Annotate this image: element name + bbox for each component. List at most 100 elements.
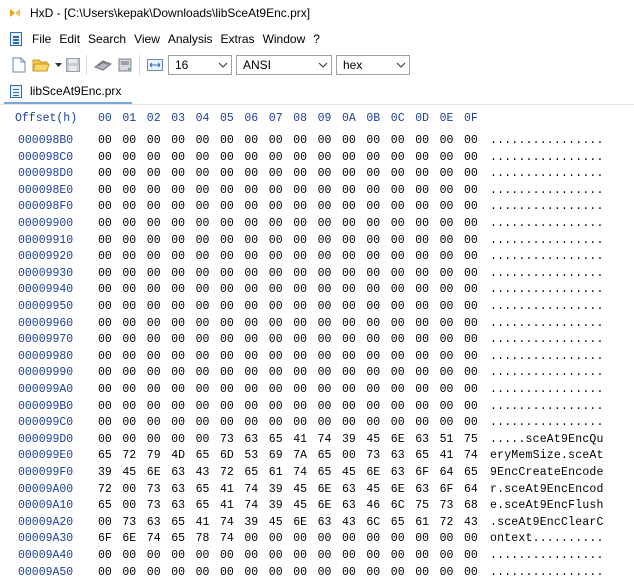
hex-byte[interactable]: 00 bbox=[196, 433, 214, 446]
hex-byte[interactable]: 00 bbox=[196, 350, 214, 363]
hex-byte[interactable]: 00 bbox=[196, 566, 214, 579]
hex-byte[interactable]: 00 bbox=[366, 549, 384, 562]
hex-byte[interactable]: 00 bbox=[147, 267, 165, 280]
hex-byte[interactable]: 00 bbox=[220, 400, 238, 413]
hex-byte[interactable]: 00 bbox=[196, 283, 214, 296]
hex-byte[interactable]: 00 bbox=[196, 366, 214, 379]
hex-byte[interactable]: 45 bbox=[122, 466, 140, 479]
hex-byte[interactable]: 00 bbox=[342, 267, 360, 280]
hex-byte[interactable]: 51 bbox=[440, 433, 458, 446]
hex-byte[interactable]: 63 bbox=[147, 516, 165, 529]
hex-byte[interactable]: 6F bbox=[98, 532, 116, 545]
hex-byte[interactable]: 6E bbox=[391, 433, 409, 446]
hex-byte[interactable]: 00 bbox=[244, 267, 262, 280]
hex-byte[interactable]: 00 bbox=[220, 566, 238, 579]
hex-byte[interactable]: 00 bbox=[220, 151, 238, 164]
ascii-text[interactable]: 9EncCreateEncode bbox=[490, 466, 604, 479]
hex-byte[interactable]: 00 bbox=[171, 151, 189, 164]
hex-byte[interactable]: 00 bbox=[244, 300, 262, 313]
hex-byte[interactable]: 00 bbox=[244, 350, 262, 363]
hex-byte[interactable]: 00 bbox=[244, 200, 262, 213]
hex-byte[interactable]: 00 bbox=[171, 366, 189, 379]
hex-byte[interactable]: 64 bbox=[440, 466, 458, 479]
hex-byte[interactable]: 74 bbox=[293, 466, 311, 479]
hex-byte[interactable]: 00 bbox=[147, 350, 165, 363]
hex-byte[interactable]: 00 bbox=[464, 151, 482, 164]
hex-byte[interactable]: 00 bbox=[196, 300, 214, 313]
hex-byte[interactable]: 43 bbox=[464, 516, 482, 529]
hex-byte[interactable]: 00 bbox=[196, 333, 214, 346]
hex-byte[interactable]: 00 bbox=[98, 200, 116, 213]
hex-byte[interactable]: 00 bbox=[342, 449, 360, 462]
hex-byte[interactable]: 00 bbox=[391, 200, 409, 213]
hex-byte[interactable]: 00 bbox=[440, 317, 458, 330]
hex-byte[interactable]: 00 bbox=[293, 400, 311, 413]
hex-byte[interactable]: 00 bbox=[122, 317, 140, 330]
hex-byte[interactable]: 00 bbox=[98, 167, 116, 180]
hex-byte[interactable]: 00 bbox=[147, 383, 165, 396]
save-button[interactable] bbox=[64, 55, 82, 75]
hex-byte[interactable]: 73 bbox=[440, 499, 458, 512]
hex-byte[interactable]: 00 bbox=[366, 317, 384, 330]
hex-byte[interactable]: 00 bbox=[196, 184, 214, 197]
hex-byte[interactable]: 00 bbox=[220, 250, 238, 263]
ascii-text[interactable]: ................ bbox=[490, 184, 604, 197]
hex-byte[interactable]: 00 bbox=[464, 333, 482, 346]
hex-byte[interactable]: 00 bbox=[98, 317, 116, 330]
hex-byte[interactable]: 00 bbox=[269, 333, 287, 346]
hex-byte[interactable]: 00 bbox=[415, 200, 433, 213]
hex-byte[interactable]: 00 bbox=[244, 234, 262, 247]
hex-byte[interactable]: 00 bbox=[269, 532, 287, 545]
hex-byte[interactable]: 00 bbox=[147, 317, 165, 330]
hex-byte[interactable]: 00 bbox=[318, 250, 336, 263]
hex-byte[interactable]: 00 bbox=[342, 184, 360, 197]
hex-byte[interactable]: 00 bbox=[318, 167, 336, 180]
hex-byte[interactable]: 63 bbox=[244, 433, 262, 446]
menu-help[interactable]: ? bbox=[309, 32, 324, 46]
hex-byte[interactable]: 72 bbox=[220, 466, 238, 479]
hex-byte[interactable]: 00 bbox=[196, 151, 214, 164]
hex-byte[interactable]: 00 bbox=[171, 416, 189, 429]
hex-byte[interactable]: 00 bbox=[269, 250, 287, 263]
hex-byte[interactable]: 00 bbox=[98, 217, 116, 230]
hex-byte[interactable]: 00 bbox=[366, 566, 384, 579]
hex-byte[interactable]: 00 bbox=[293, 167, 311, 180]
hex-byte[interactable]: 00 bbox=[342, 383, 360, 396]
hex-byte[interactable]: 00 bbox=[318, 151, 336, 164]
hex-byte[interactable]: 00 bbox=[98, 267, 116, 280]
hex-byte[interactable]: 00 bbox=[147, 200, 165, 213]
hex-byte[interactable]: 00 bbox=[464, 200, 482, 213]
hex-byte[interactable]: 00 bbox=[269, 234, 287, 247]
hex-byte[interactable]: 00 bbox=[318, 283, 336, 296]
hex-byte[interactable]: 6C bbox=[366, 516, 384, 529]
hex-byte[interactable]: 00 bbox=[366, 283, 384, 296]
hex-byte[interactable]: 00 bbox=[220, 184, 238, 197]
hex-byte[interactable]: 43 bbox=[342, 516, 360, 529]
hex-byte[interactable]: 73 bbox=[366, 449, 384, 462]
hex-byte[interactable]: 00 bbox=[293, 333, 311, 346]
hex-byte[interactable]: 00 bbox=[220, 267, 238, 280]
hex-byte[interactable]: 00 bbox=[122, 300, 140, 313]
charset-select[interactable]: ANSI bbox=[236, 55, 332, 75]
hex-byte[interactable]: 00 bbox=[464, 217, 482, 230]
hex-byte[interactable]: 00 bbox=[293, 267, 311, 280]
hex-byte[interactable]: 63 bbox=[171, 466, 189, 479]
hex-byte[interactable]: 6E bbox=[366, 466, 384, 479]
hex-byte[interactable]: 00 bbox=[342, 350, 360, 363]
hex-byte[interactable]: 00 bbox=[220, 416, 238, 429]
hex-byte[interactable]: 00 bbox=[318, 217, 336, 230]
hex-byte[interactable]: 00 bbox=[342, 566, 360, 579]
hex-byte[interactable]: 00 bbox=[147, 184, 165, 197]
hex-byte[interactable]: 00 bbox=[366, 383, 384, 396]
hex-byte[interactable]: 00 bbox=[342, 200, 360, 213]
new-file-button[interactable] bbox=[10, 55, 28, 75]
hex-editor[interactable]: Offset(h) 00 01 02 03 04 05 06 07 08 09 0A 0B 0C 0D 0E… bbox=[0, 106, 634, 579]
hex-byte[interactable]: 00 bbox=[171, 134, 189, 147]
hex-byte[interactable]: 00 bbox=[342, 532, 360, 545]
hex-byte[interactable]: 00 bbox=[98, 134, 116, 147]
hex-byte[interactable]: 00 bbox=[293, 184, 311, 197]
hex-byte[interactable]: 39 bbox=[342, 433, 360, 446]
hex-byte[interactable]: 00 bbox=[147, 549, 165, 562]
hex-byte[interactable]: 65 bbox=[318, 449, 336, 462]
hex-byte[interactable]: 00 bbox=[391, 250, 409, 263]
